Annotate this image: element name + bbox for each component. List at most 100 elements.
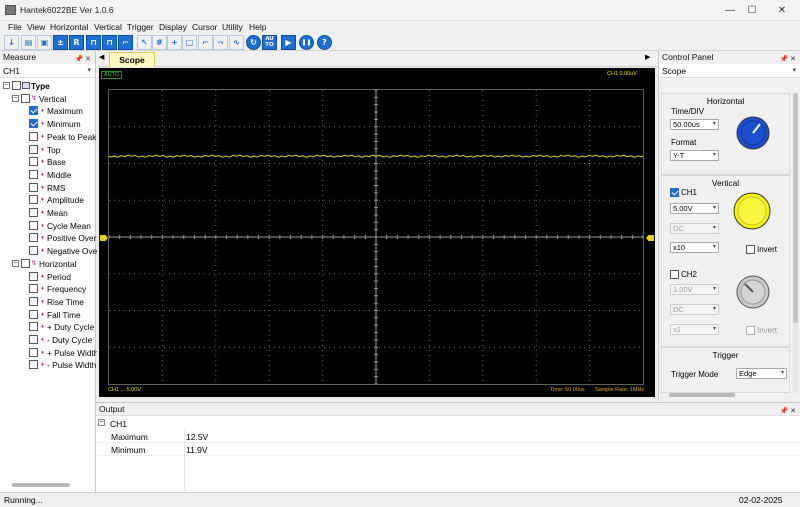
measure-checkbox[interactable]	[29, 296, 38, 306]
tree-root-type[interactable]: − Type	[0, 80, 95, 92]
tree-item-vertical[interactable]: ♦ Base	[0, 156, 95, 168]
close-button[interactable]: ✕	[768, 0, 796, 21]
cross-grid-icon[interactable]: +	[167, 35, 182, 50]
collapse-icon[interactable]: −	[3, 82, 10, 89]
save-icon[interactable]: ▣	[37, 35, 52, 50]
measure-checkbox[interactable]	[29, 322, 38, 332]
tree-item-vertical[interactable]: ♦ Minimum	[0, 118, 95, 130]
measure-checkbox[interactable]	[29, 220, 38, 230]
timediv-select[interactable]: 50.00us ▾	[670, 119, 719, 130]
auto-button[interactable]: AU TO	[262, 35, 277, 50]
stop-button[interactable]: ❚❚	[299, 35, 314, 50]
pin-icon[interactable]: 📌 ✕	[779, 405, 796, 418]
measure-checkbox[interactable]	[29, 347, 38, 357]
ch2-invert-checkbox[interactable]	[746, 326, 755, 335]
ch2-volts-knob[interactable]	[735, 274, 771, 310]
tree-item-vertical[interactable]: ♦ Peak to Peak	[0, 131, 96, 143]
menu-view[interactable]: View	[27, 22, 45, 32]
type-checkbox[interactable]	[12, 81, 21, 90]
measure-checkbox[interactable]	[29, 208, 38, 217]
horizontal-checkbox[interactable]	[21, 258, 30, 268]
rising-edge-icon[interactable]: ⌐	[198, 35, 213, 50]
math-icon[interactable]: ±	[53, 35, 68, 50]
measure-checkbox[interactable]	[29, 182, 38, 192]
measure-checkbox[interactable]	[29, 284, 38, 294]
tree-item-vertical[interactable]: ♦ Top	[0, 144, 95, 156]
ch1-probe-select[interactable]: x10 ▾	[670, 242, 719, 253]
tab-nav-left[interactable]: ◀	[99, 53, 104, 61]
tree-item-vertical[interactable]: ♦ Negative Overshoot	[0, 245, 120, 257]
tab-nav-right[interactable]: ▶	[645, 53, 650, 61]
frame-icon[interactable]: □	[182, 35, 197, 50]
tree-item-vertical[interactable]: ♦ Amplitude	[0, 194, 95, 206]
open-icon[interactable]: ↓	[4, 35, 19, 50]
tree-item-horizontal[interactable]: ♦ Fall Time	[0, 309, 95, 321]
measure-checkbox[interactable]	[29, 157, 38, 167]
collapse-icon[interactable]: −	[98, 419, 105, 426]
measure-checkbox[interactable]	[29, 271, 38, 281]
ch2-coupling-select[interactable]: DC ▾	[670, 304, 719, 315]
measure-checkbox[interactable]	[29, 360, 38, 370]
measure-checkbox[interactable]	[29, 169, 38, 179]
tree-item-vertical[interactable]: ♦ Mean	[0, 207, 95, 219]
trigger-mode-select[interactable]: Edge ▾	[736, 368, 787, 379]
measure-checkbox[interactable]	[29, 246, 38, 256]
falling-edge-icon[interactable]: ¬	[213, 35, 228, 50]
tree-item-horizontal[interactable]: ♦ Period	[0, 271, 95, 283]
tree-item-horizontal[interactable]: ♦ Frequency	[0, 283, 95, 295]
menu-vertical[interactable]: Vertical	[94, 22, 122, 32]
tree-item-horizontal[interactable]: ♦ + Pulse Width	[0, 347, 98, 359]
control-scrollbar[interactable]	[793, 93, 798, 393]
menu-file[interactable]: File	[8, 22, 22, 32]
tree-group-horizontal[interactable]: − ↯ Horizontal	[0, 258, 95, 270]
tree-item-vertical[interactable]: ♦ RMS	[0, 182, 95, 194]
waveform-screen[interactable]	[108, 89, 644, 385]
refresh-icon[interactable]: ↻	[246, 35, 261, 50]
tree-item-vertical[interactable]: ♦ Maximum	[0, 105, 95, 117]
tab-scope[interactable]: Scope	[109, 52, 155, 67]
reference-icon[interactable]: R	[69, 35, 84, 50]
menu-help[interactable]: Help	[249, 22, 266, 32]
ch1-enable-checkbox[interactable]	[670, 188, 679, 197]
tree-item-vertical[interactable]: ♦ Middle	[0, 169, 95, 181]
menu-display[interactable]: Display	[159, 22, 187, 32]
tree-item-horizontal[interactable]: ♦ + Duty Cycle	[0, 321, 95, 333]
measure-checkbox[interactable]	[29, 106, 38, 116]
run-button[interactable]: ▶	[281, 35, 296, 50]
format-select[interactable]: Y-T ▾	[670, 150, 719, 161]
menu-trigger[interactable]: Trigger	[127, 22, 154, 32]
sine-icon[interactable]: ∿	[229, 35, 244, 50]
measure-checkbox[interactable]	[29, 233, 38, 243]
mode-select[interactable]: Scope ▾	[659, 64, 800, 78]
ch1-coupling-select[interactable]: DC ▾	[670, 223, 719, 234]
tree-group-vertical[interactable]: − ↯ Vertical	[0, 93, 95, 105]
measure-checkbox[interactable]	[29, 195, 38, 205]
ch1-volts-knob[interactable]	[732, 191, 772, 231]
menu-horizontal[interactable]: Horizontal	[50, 22, 88, 32]
tree-item-horizontal[interactable]: ♦ - Pulse Width	[0, 359, 96, 371]
print-icon[interactable]: ▤	[21, 35, 36, 50]
measure-checkbox[interactable]	[29, 131, 38, 141]
ch1-volts-select[interactable]: 5.00V ▾	[670, 203, 719, 214]
measure-checkbox[interactable]	[29, 335, 38, 344]
control-hscrollbar[interactable]	[669, 393, 735, 397]
measure-checkbox[interactable]	[29, 119, 38, 129]
ch1-invert-checkbox[interactable]	[746, 245, 755, 254]
tree-item-horizontal[interactable]: ♦ Rise Time	[0, 296, 95, 308]
tree-item-horizontal[interactable]: ♦ - Duty Cycle	[0, 334, 95, 346]
edge-icon[interactable]: ⌐	[118, 35, 133, 50]
measure-checkbox[interactable]	[29, 309, 38, 319]
timebase-knob[interactable]	[735, 115, 771, 151]
menu-utility[interactable]: Utility	[222, 22, 243, 32]
ch2-volts-select[interactable]: 1.00V ▾	[670, 284, 719, 295]
ch2-enable-checkbox[interactable]	[670, 270, 679, 279]
cursor-select-icon[interactable]: ↖	[137, 35, 152, 50]
vertical-checkbox[interactable]	[21, 93, 30, 103]
tree-item-vertical[interactable]: ♦ Positive Overshoot	[0, 232, 117, 244]
pulse-icon[interactable]: ⊓	[102, 35, 117, 50]
maximize-button[interactable]: ☐	[738, 0, 766, 21]
help-button[interactable]: ?	[317, 35, 332, 50]
measure-channel-select[interactable]: CH1 ▾	[0, 64, 95, 78]
tree-item-vertical[interactable]: ♦ Cycle Mean	[0, 220, 95, 232]
control-scrollbar-thumb[interactable]	[793, 93, 798, 323]
